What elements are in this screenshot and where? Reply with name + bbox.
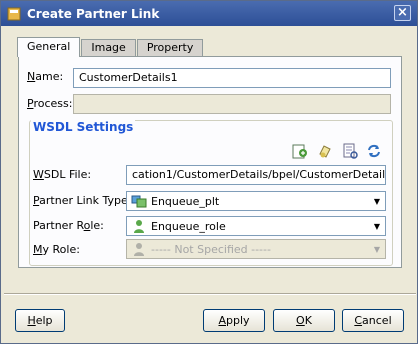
my-role-select: ----- Not Specified ----- ▼ [126, 239, 386, 259]
partner-role-select[interactable]: Enqueue_role ▼ [126, 216, 386, 236]
partner-link-type-select[interactable]: Enqueue_plt ▼ [126, 191, 386, 211]
service-explorer-icon[interactable] [291, 142, 309, 160]
apply-button[interactable]: Apply [203, 309, 265, 332]
refresh-icon[interactable] [365, 142, 383, 160]
process-label: Process: [27, 97, 73, 110]
create-partner-link-dialog: Create Partner Link × General Image Prop… [0, 0, 418, 344]
cancel-button[interactable]: Cancel [342, 309, 404, 332]
tab-property[interactable]: Property [136, 39, 204, 57]
define-adapter-icon[interactable] [316, 142, 334, 160]
wsdl-file-field[interactable]: cation1/CustomerDetails/bpel/CustomerDet… [126, 165, 386, 185]
chevron-down-icon[interactable]: ▼ [369, 197, 385, 206]
process-field [73, 94, 391, 114]
chevron-down-icon[interactable]: ▼ [369, 222, 385, 231]
chevron-down-icon: ▼ [373, 244, 381, 254]
partner-link-type-value: Enqueue_plt [151, 194, 220, 208]
role-icon [131, 218, 147, 234]
help-button[interactable]: Help [15, 309, 65, 332]
tab-image[interactable]: Image [81, 39, 136, 57]
window-title: Create Partner Link [27, 6, 160, 21]
wsdl-file-label: WSDL File: [33, 168, 92, 181]
browse-wsdl-icon[interactable] [341, 142, 359, 160]
name-label: Name: [27, 70, 64, 83]
partner-role-value: Enqueue_role [151, 219, 226, 233]
footer-separator [4, 293, 416, 295]
partner-role-label: Partner Role: [33, 219, 104, 232]
my-role-value: ----- Not Specified ----- [151, 242, 271, 256]
ok-button[interactable]: OK [273, 309, 335, 332]
role-icon [131, 241, 147, 257]
tab-strip: General Image Property [17, 37, 204, 57]
name-field[interactable]: CustomerDetails1 [73, 68, 391, 88]
wsdl-settings-title: WSDL Settings [31, 120, 136, 134]
title-bar[interactable]: Create Partner Link × [1, 1, 417, 26]
tab-general[interactable]: General [17, 37, 81, 57]
dialog-icon [6, 6, 22, 22]
partner-link-type-icon [131, 193, 147, 209]
partner-link-type-label: Partner Link Type: [33, 194, 132, 207]
my-role-label: My Role: [33, 243, 80, 256]
close-icon[interactable]: × [394, 5, 411, 21]
